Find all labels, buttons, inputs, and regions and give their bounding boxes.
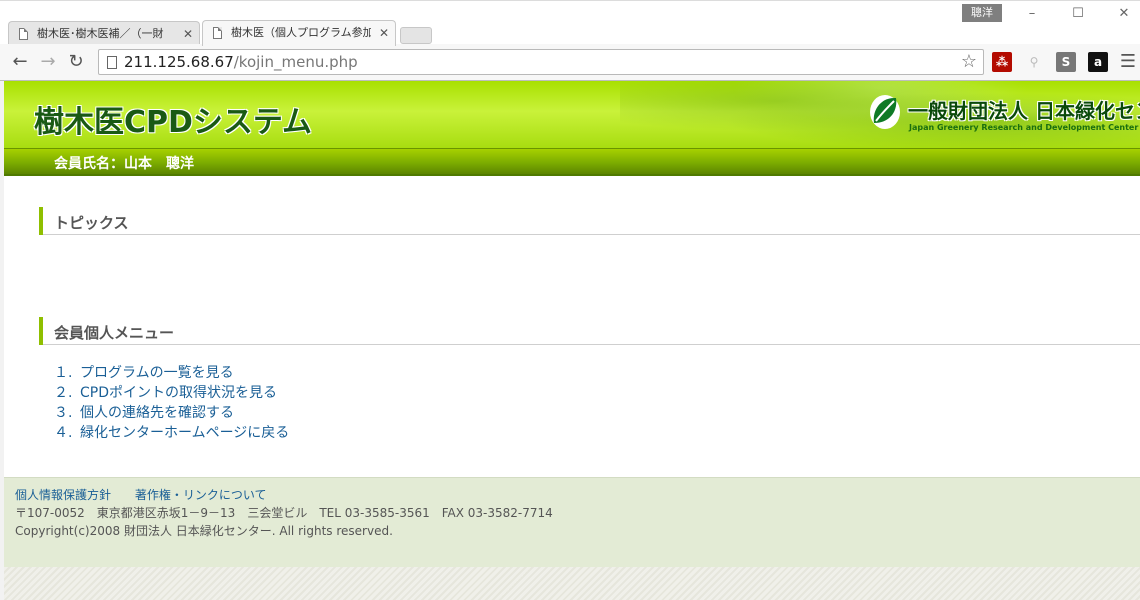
topics-title: トピックス [54,214,129,232]
tab-2[interactable]: 樹木医（個人プログラム参加 ✕ [202,20,396,46]
member-bar: 会員氏名：山本 聰洋 [4,148,1140,176]
close-icon[interactable]: ✕ [379,21,389,45]
bookmark-star-icon[interactable]: ☆ [961,51,977,72]
site-footer: 個人情報保護方針 著作権・リンクについて 〒107-0052 東京都港区赤坂1－… [4,477,1140,567]
page-icon [19,28,28,40]
site-title: 樹木医CPDシステム [34,105,313,140]
pdf-extension-icon[interactable]: ⁂ [992,52,1012,72]
tab-1-label: 樹木医･樹木医補／（一財 [37,27,164,40]
org-name-en: Japan Greenery Research and Development … [909,123,1139,132]
menu-link-contact-info[interactable]: ３. 個人の連絡先を確認する [54,402,289,422]
member-menu-title: 会員個人メニュー [54,324,175,342]
address-bar[interactable]: 211.125.68.67/kojin_menu.php ☆ [98,49,984,75]
footer-links: 個人情報保護方針 著作権・リンクについて [15,486,287,503]
topics-heading: トピックス [39,207,1140,235]
browser-toolbar: ← → ↻ 211.125.68.67/kojin_menu.php ☆ ⁂ ⚲… [0,44,1140,81]
footer-address: 〒107-0052 東京都港区赤坂1－9－13 三会堂ビル TEL 03-358… [15,506,553,520]
maximize-icon[interactable]: ☐ [1068,5,1088,23]
close-window-icon[interactable]: ✕ [1114,5,1134,23]
minimize-icon[interactable]: – [1022,5,1042,23]
member-menu-list: １. プログラムの一覧を見る ２. CPDポイントの取得状況を見る ３. 個人の連絡先… [54,362,289,442]
org-logo-icon [870,95,900,129]
back-arrow-icon[interactable]: ← [10,52,30,72]
heading-accent [39,207,43,235]
new-tab-button[interactable] [400,27,432,44]
page-icon [213,27,222,39]
magnifier-extension-icon[interactable]: ⚲ [1024,52,1044,72]
member-name: 会員氏名：山本 聰洋 [54,156,194,172]
menu-icon[interactable]: ☰ [1118,52,1138,72]
privacy-policy-link[interactable]: 個人情報保護方針 [15,488,111,502]
s-extension-icon[interactable]: S [1056,52,1076,72]
profile-badge[interactable]: 聰洋 [962,4,1002,22]
forward-arrow-icon[interactable]: → [38,52,58,72]
menu-link-cpd-points[interactable]: ２. CPDポイントの取得状況を見る [54,382,289,402]
web-page: 樹木医CPDシステム 一般財団法人 日本緑化センター Japan Greener… [4,81,1140,600]
amazon-extension-icon[interactable]: a [1088,52,1108,72]
member-menu-heading: 会員個人メニュー [39,317,1140,345]
site-header: 樹木医CPDシステム 一般財団法人 日本緑化センター Japan Greener… [4,81,1140,148]
menu-link-homepage[interactable]: ４. 緑化センターホームページに戻る [54,422,289,442]
tab-2-label: 樹木医（個人プログラム参加 [231,26,371,39]
copyright-link[interactable]: 著作権・リンクについて [135,488,267,502]
close-icon[interactable]: ✕ [183,22,193,46]
org-name: 一般財団法人 日本緑化センター [908,99,1140,123]
page-icon [107,56,117,69]
footer-copyright: Copyright(c)2008 財団法人 日本緑化センター. All righ… [15,524,393,538]
heading-accent [39,317,43,345]
tab-1[interactable]: 樹木医･樹木医補／（一財 ✕ [8,21,200,46]
url-text[interactable]: 211.125.68.67/kojin_menu.php [124,53,358,71]
menu-link-program-list[interactable]: １. プログラムの一覧を見る [54,362,289,382]
browser-title-bar: 樹木医･樹木医補／（一財 ✕ 樹木医（個人プログラム参加 ✕ 聰洋 – ☐ ✕ [0,0,1140,46]
page-background-pattern [4,567,1140,600]
reload-icon[interactable]: ↻ [66,52,86,72]
